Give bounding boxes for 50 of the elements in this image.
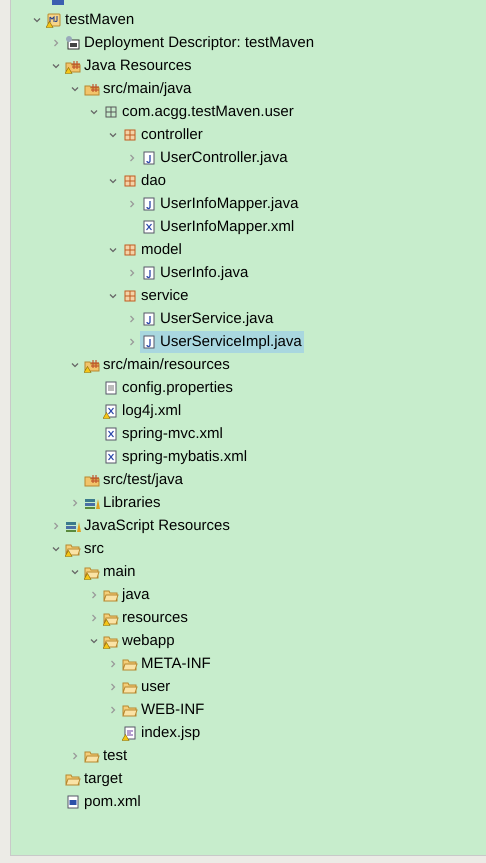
tree-item[interactable]: testMaven: [45, 8, 136, 30]
tree-item[interactable]: controller: [121, 124, 205, 146]
chevron-right-icon[interactable]: [127, 198, 137, 208]
chevron-right-icon[interactable]: [70, 750, 80, 760]
chevron-right-icon[interactable]: [89, 612, 99, 622]
tree-item[interactable]: WEB-INF: [121, 698, 206, 720]
tree-item[interactable]: UserController.java: [140, 146, 290, 168]
chevron-right-icon[interactable]: [127, 336, 137, 346]
tree-item[interactable]: Java Resources: [64, 54, 194, 76]
tree-item[interactable]: main: [83, 560, 138, 582]
tree-item[interactable]: webapp: [102, 630, 177, 652]
tree-item[interactable]: resources: [102, 606, 190, 628]
tree-item[interactable]: dao: [121, 170, 168, 192]
chevron-right-icon[interactable]: [127, 268, 137, 278]
tree-item[interactable]: Libraries: [83, 492, 163, 514]
tree-item[interactable]: META-INF: [121, 652, 213, 674]
chevron-right-icon[interactable]: [108, 704, 118, 714]
chevron-right-icon[interactable]: [127, 152, 137, 162]
tree-item[interactable]: java: [102, 584, 152, 606]
tree-item[interactable]: UserInfo.java: [140, 262, 250, 284]
tree-item[interactable]: src/main/java: [83, 78, 194, 100]
tree-item[interactable]: test: [83, 744, 130, 766]
tree-item[interactable]: pom.xml: [64, 790, 143, 812]
tree-item[interactable]: UserService.java: [140, 308, 276, 330]
tree-item[interactable]: target: [64, 768, 124, 790]
tree-item[interactable]: UserInfoMapper.xml: [140, 216, 296, 238]
tree-item[interactable]: index.jsp: [121, 722, 202, 744]
tree-item[interactable]: config.properties: [102, 376, 235, 398]
chevron-right-icon[interactable]: [51, 38, 61, 48]
tree-item[interactable]: Deployment Descriptor: testMaven: [64, 32, 316, 54]
tree-item[interactable]: UserServiceImpl.java: [140, 330, 304, 352]
chevron-right-icon[interactable]: [127, 314, 137, 324]
tree-item[interactable]: spring-mvc.xml: [102, 422, 225, 444]
server-icon: [51, 0, 65, 6]
chevron-right-icon[interactable]: [89, 590, 99, 600]
tree-item[interactable]: service: [121, 284, 191, 306]
tree-item[interactable]: model: [121, 238, 184, 260]
tree-item[interactable]: src/test/java: [83, 468, 186, 490]
tree-item[interactable]: src/main/resources: [83, 354, 232, 376]
chevron-right-icon[interactable]: [108, 658, 118, 668]
chevron-right-icon[interactable]: [108, 682, 118, 692]
tree-item[interactable]: log4j.xml: [102, 400, 184, 422]
tree-item[interactable]: src: [64, 538, 106, 560]
tree-item[interactable]: JavaScript Resources: [64, 514, 232, 536]
tree-item[interactable]: UserInfoMapper.java: [140, 192, 300, 214]
tree-item[interactable]: com.acgg.testMaven.user: [102, 100, 296, 122]
chevron-right-icon[interactable]: [70, 498, 80, 508]
chevron-right-icon[interactable]: [51, 520, 61, 530]
tree-item[interactable]: user: [121, 676, 172, 698]
tree-item[interactable]: spring-mybatis.xml: [102, 446, 250, 468]
